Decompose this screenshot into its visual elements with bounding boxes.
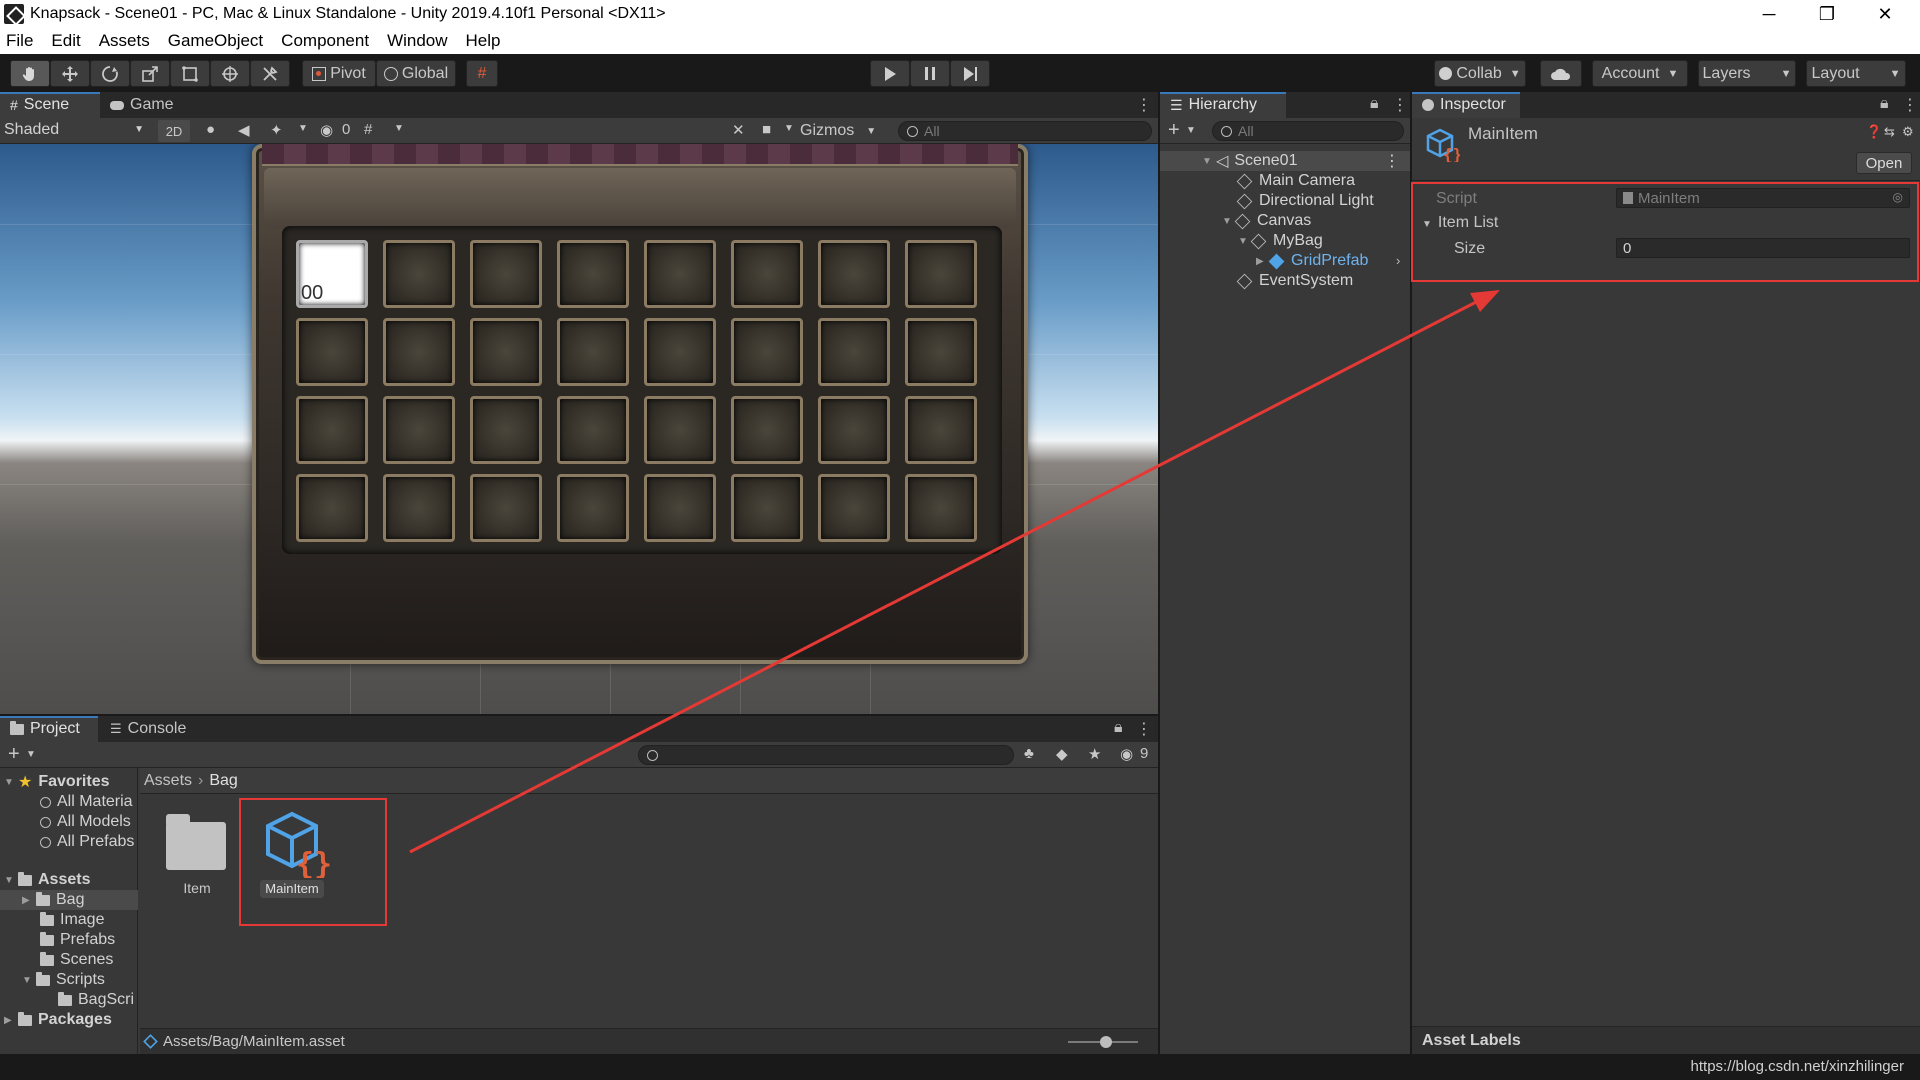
arrow-head-icon [1470, 290, 1500, 312]
annotation-arrow [409, 290, 1500, 854]
